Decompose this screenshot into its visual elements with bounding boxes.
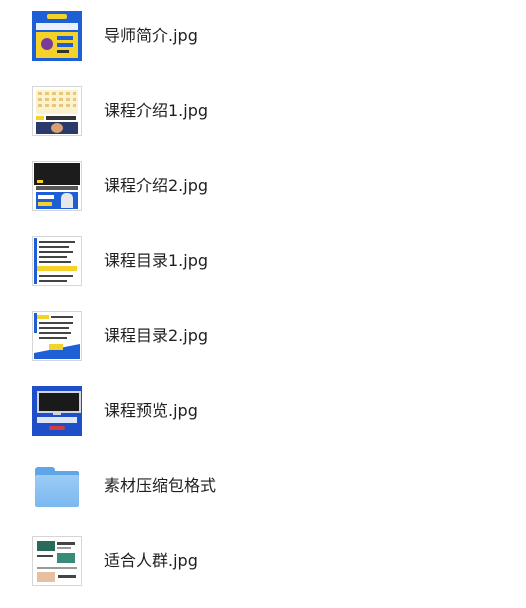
file-list: 导师简介.jpg 课程介绍1.jpg 课程介绍2.jpg 课程目录1.jpg 课… [0,0,526,608]
file-item[interactable]: 课程预览.jpg [20,381,500,441]
file-name: 课程介绍2.jpg [104,176,209,195]
file-name: 适合人群.jpg [104,551,198,570]
file-name: 导师简介.jpg [104,26,198,45]
folder-icon [32,461,82,511]
file-item[interactable]: 课程目录2.jpg [20,306,500,366]
file-name: 课程目录1.jpg [104,251,209,270]
file-name: 课程介绍1.jpg [104,101,209,120]
folder-name: 素材压缩包格式 [104,476,217,495]
file-item[interactable]: 课程目录1.jpg [20,231,500,291]
image-thumbnail-icon [32,11,82,61]
file-item[interactable]: 课程介绍1.jpg [20,81,500,141]
file-item[interactable]: 课程介绍2.jpg [20,156,500,216]
file-name: 课程预览.jpg [104,401,198,420]
file-item[interactable]: 适合人群.jpg [20,531,500,591]
image-thumbnail-icon [32,86,82,136]
image-thumbnail-icon [32,161,82,211]
folder-item[interactable]: 素材压缩包格式 [20,456,500,516]
image-thumbnail-icon [32,386,82,436]
image-thumbnail-icon [32,236,82,286]
file-item[interactable]: 导师简介.jpg [20,6,500,66]
file-name: 课程目录2.jpg [104,326,209,345]
image-thumbnail-icon [32,536,82,586]
image-thumbnail-icon [32,311,82,361]
